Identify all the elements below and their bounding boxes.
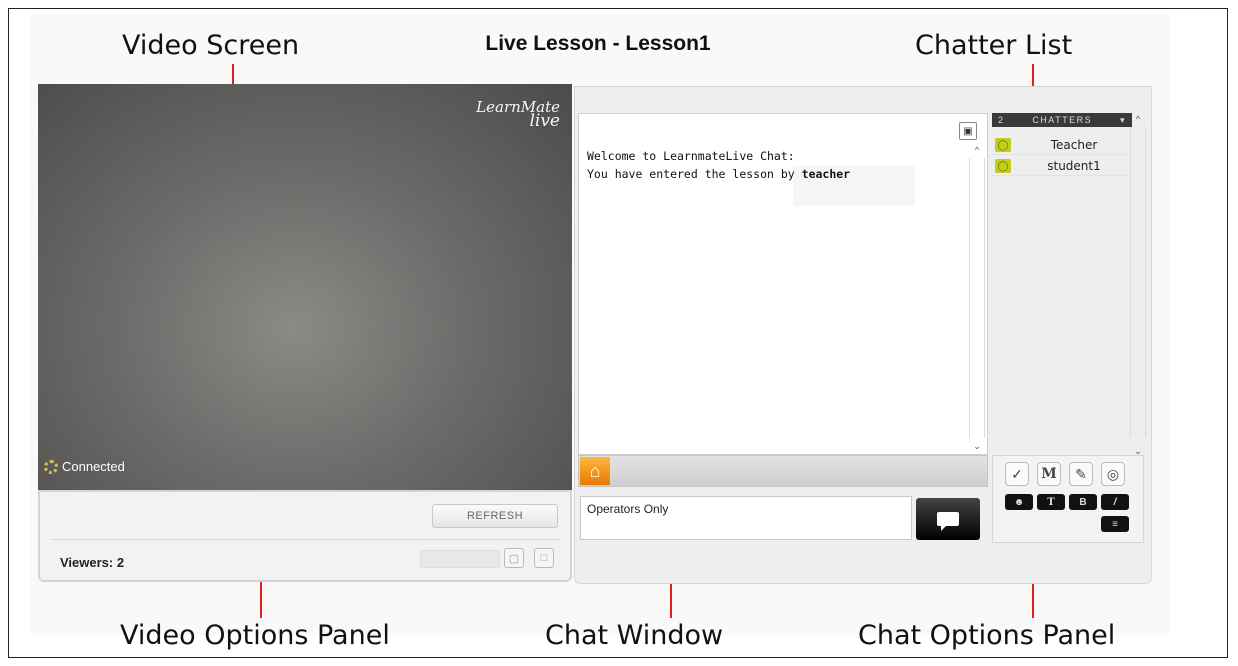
video-screen[interactable]: LearnMate live Connected [38,84,572,490]
annotation-video-screen: Video Screen [122,30,300,61]
chatter-name: Teacher [1050,138,1098,152]
annotation-chatter-list: Chatter List [915,30,1073,61]
globe-icon[interactable]: ◎ [1101,462,1125,486]
chatter-list: 2 CHATTERS ▾ ◯ Teacher ◯ student1 ^ ⌄ [992,113,1146,456]
viewers-count: Viewers: 2 [60,555,125,570]
chat-input[interactable]: Operators Only [580,496,912,540]
check-circle-icon[interactable]: ✓ [1005,462,1029,486]
chat-entered-text: You have entered the lesson by [587,167,802,181]
speaker-icon[interactable]: □ [534,548,554,568]
chatters-header-label: CHATTERS [1032,115,1093,125]
bold-icon[interactable]: B [1069,494,1097,510]
scroll-up-icon[interactable]: ^ [1130,113,1146,125]
chatter-name: student1 [1047,159,1101,173]
scroll-down-icon[interactable]: ⌄ [969,440,985,452]
video-options-divider [50,539,560,540]
chatter-item[interactable]: ◯ Teacher [992,136,1132,155]
chat-input-value: Operators Only [587,502,669,516]
chatters-dropdown-icon[interactable]: ▾ [1120,115,1126,126]
home-icon[interactable]: ⌂ [580,457,610,485]
fullscreen-icon[interactable]: ▢ [504,548,524,568]
learnmate-logo: LearnMate live [476,100,560,131]
scroll-up-icon[interactable]: ^ [969,144,985,156]
send-button[interactable] [916,498,980,540]
chat-bubble-icon [937,512,959,531]
save-icon[interactable]: ▣ [959,122,977,140]
connection-status-label: Connected [62,459,125,474]
annotation-chat-window: Chat Window [545,620,724,651]
volume-slider[interactable] [420,550,500,568]
video-options-panel: REFRESH Viewers: 2 ▢ □ [38,490,572,582]
chatters-scroll-track[interactable] [1130,127,1146,437]
pencil-icon[interactable]: ✎ [1069,462,1093,486]
page-title: Live Lesson - Lesson1 [485,32,711,55]
chat-scrollbar[interactable]: ^ ⌄ [969,144,985,452]
chatters-header[interactable]: 2 CHATTERS ▾ [992,113,1132,127]
connection-status: Connected [44,459,125,474]
chatters-scrollbar[interactable]: ^ ⌄ [1130,113,1146,456]
chat-toolbar: ⌂ [578,455,988,487]
smiley-icon[interactable]: ☻ [1005,494,1033,510]
chat-message-welcome: Welcome to LearnmateLive Chat: [587,149,795,163]
chat-options-panel: ✓ M ✎ ◎ ☻ T B / ≡ [992,455,1144,543]
chatters-count: 2 [998,115,1005,125]
chat-scroll-track[interactable] [969,158,985,438]
italic-icon[interactable]: / [1101,494,1129,510]
m-icon[interactable]: M [1037,462,1061,486]
chat-window: ▣ Welcome to LearnmateLive Chat: You hav… [578,113,988,455]
annotation-chat-options-panel: Chat Options Panel [858,620,1116,651]
loading-icon [44,459,58,474]
logo-bottom-text: live [529,111,560,131]
annotation-video-options-panel: Video Options Panel [120,620,390,651]
size-icon[interactable]: ≡ [1101,516,1129,532]
chat-message-entered: You have entered the lesson by teacher [587,167,850,181]
chat-entered-user: teacher [801,167,851,181]
refresh-button[interactable]: REFRESH [432,504,558,528]
font-icon[interactable]: T [1037,494,1065,510]
chatter-item[interactable]: ◯ student1 [992,157,1132,176]
